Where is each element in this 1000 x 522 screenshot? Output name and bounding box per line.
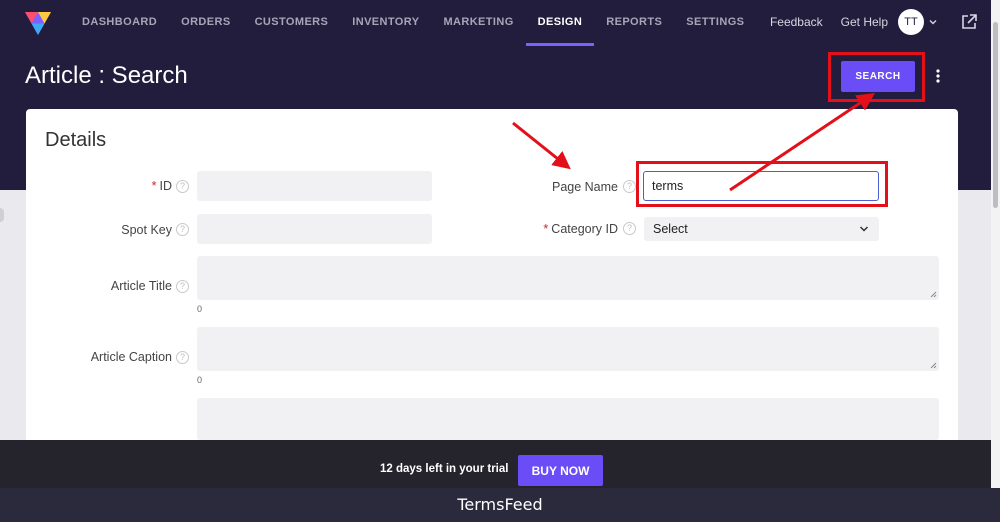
feedback-link[interactable]: Feedback	[770, 15, 823, 29]
search-button[interactable]: SEARCH	[841, 61, 915, 92]
nav-inventory[interactable]: INVENTORY	[340, 0, 431, 46]
article-body-textarea[interactable]	[197, 398, 939, 440]
scrollbar-thumb[interactable]	[993, 22, 998, 208]
nav-marketing[interactable]: MARKETING	[431, 0, 525, 46]
side-scroll-handle[interactable]	[0, 208, 4, 222]
article-caption-char-count: 0	[197, 375, 203, 385]
top-right-actions: Feedback Get Help TT	[770, 6, 978, 38]
required-asterisk: *	[543, 222, 549, 236]
help-icon[interactable]: ?	[176, 223, 189, 236]
avatar[interactable]: TT	[898, 9, 924, 35]
page-name-input[interactable]	[643, 171, 879, 201]
trial-text: 12 days left in your trial	[380, 463, 509, 475]
footer-text: TermsFeed	[457, 495, 543, 514]
id-input[interactable]	[197, 171, 432, 201]
help-icon[interactable]: ?	[176, 351, 189, 364]
kebab-menu-icon[interactable]	[933, 68, 943, 84]
chevron-down-icon[interactable]	[928, 17, 938, 27]
spot-key-label: Spot Key	[121, 223, 172, 237]
category-id-label: * Category ID	[543, 222, 618, 236]
get-help-link[interactable]: Get Help	[841, 15, 888, 29]
nav-settings[interactable]: SETTINGS	[674, 0, 756, 46]
article-caption-label: Article Caption	[90, 350, 172, 364]
help-icon[interactable]: ?	[176, 280, 189, 293]
nav-reports[interactable]: REPORTS	[594, 0, 674, 46]
help-icon[interactable]: ?	[176, 180, 189, 193]
nav-orders[interactable]: ORDERS	[169, 0, 242, 46]
category-select-value: Select	[653, 222, 688, 236]
required-asterisk: *	[151, 179, 157, 193]
category-select[interactable]: Select	[644, 217, 879, 241]
id-label: * ID	[151, 179, 172, 193]
logo-icon[interactable]	[22, 6, 54, 38]
article-title-textarea[interactable]	[197, 256, 939, 300]
page-title: Article : Search	[25, 62, 188, 89]
nav-design[interactable]: DESIGN	[525, 0, 595, 46]
page-name-label: Page Name	[551, 180, 618, 194]
nav-customers[interactable]: CUSTOMERS	[243, 0, 341, 46]
buy-now-button[interactable]: BUY NOW	[518, 455, 603, 486]
help-icon[interactable]: ?	[623, 222, 636, 235]
help-icon[interactable]: ?	[623, 180, 636, 193]
details-title: Details	[45, 129, 107, 151]
main-nav: DASHBOARD ORDERS CUSTOMERS INVENTORY MAR…	[70, 0, 756, 46]
resize-handle-icon[interactable]	[930, 291, 937, 298]
article-title-char-count: 0	[197, 304, 203, 314]
external-link-icon[interactable]	[960, 13, 978, 31]
chevron-down-icon	[859, 226, 869, 232]
resize-handle-icon[interactable]	[930, 362, 937, 369]
article-caption-textarea[interactable]	[197, 327, 939, 371]
nav-dashboard[interactable]: DASHBOARD	[70, 0, 169, 46]
article-title-label: Article Title	[110, 279, 172, 293]
spot-key-input[interactable]	[197, 214, 432, 244]
